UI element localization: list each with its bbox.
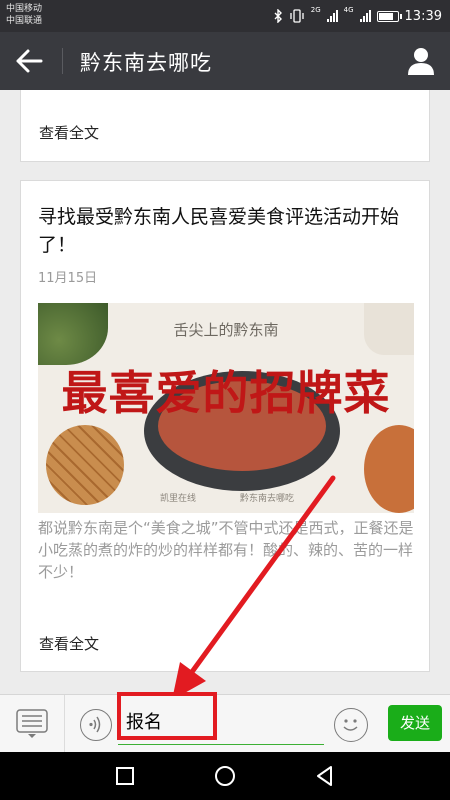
person-icon[interactable]	[406, 46, 436, 76]
emoji-icon[interactable]	[334, 708, 368, 742]
carrier-1: 中国移动	[6, 4, 43, 14]
voice-icon[interactable]	[80, 709, 112, 741]
cover-footer-left: 凯里在线	[160, 494, 197, 504]
recent-apps-icon[interactable]	[113, 764, 137, 788]
battery-icon	[376, 10, 402, 22]
read-more-link[interactable]: 查看全文	[39, 633, 99, 654]
status-bar: 中国移动 中国联通 2G 4G 13:39	[0, 0, 450, 32]
title-bar: 黔东南去哪吃	[0, 32, 450, 90]
network-4g: 4G	[343, 6, 354, 14]
article-summary: 都说黔东南是个“美食之城”不管中式还是西式，正餐还是小吃蒸的煮的炸的炒的样样都有…	[38, 519, 414, 581]
message-input-bar: 发送	[0, 694, 450, 753]
carrier-info: 中国移动 中国联通	[6, 3, 42, 27]
list-menu-icon[interactable]	[16, 709, 48, 739]
signal-icon	[326, 10, 338, 22]
read-more-link[interactable]: 查看全文	[39, 122, 99, 143]
cover-subtitle: 舌尖上的黔东南	[173, 321, 279, 339]
home-icon[interactable]	[213, 764, 237, 788]
carrier-2: 中国联通	[6, 16, 43, 26]
status-icons: 2G 4G 13:39	[273, 6, 442, 26]
title-divider	[62, 48, 63, 74]
back-triangle-icon[interactable]	[313, 764, 337, 788]
article-title[interactable]: 寻找最受黔东南人民喜爱美食评选活动开始了！	[38, 203, 418, 259]
network-2g: 2G	[310, 6, 321, 14]
annotation-highlight-box	[117, 692, 217, 740]
article-date: 11月15日	[38, 271, 98, 286]
article-card[interactable]: 查看全文	[20, 90, 430, 162]
article-card[interactable]: 寻找最受黔东南人民喜爱美食评选活动开始了！ 11月15日 舌尖上的黔东南 最喜爱…	[20, 180, 430, 672]
system-nav-bar	[0, 752, 450, 800]
article-cover-image[interactable]: 舌尖上的黔东南 最喜爱的招牌菜 凯里在线 黔东南去哪吃	[38, 303, 414, 513]
signal-icon	[359, 10, 371, 22]
send-button[interactable]: 发送	[388, 705, 442, 741]
bluetooth-icon	[274, 9, 282, 23]
cover-footer-right: 黔东南去哪吃	[240, 494, 295, 504]
cover-waffle	[46, 425, 124, 505]
bar-divider	[64, 695, 65, 753]
cover-plate	[364, 425, 414, 513]
vibrate-icon	[290, 9, 304, 23]
cover-headline: 最喜爱的招牌菜	[61, 366, 391, 420]
page-title: 黔东南去哪吃	[80, 51, 212, 75]
back-arrow-icon[interactable]	[14, 48, 44, 74]
clock: 13:39	[404, 8, 442, 24]
